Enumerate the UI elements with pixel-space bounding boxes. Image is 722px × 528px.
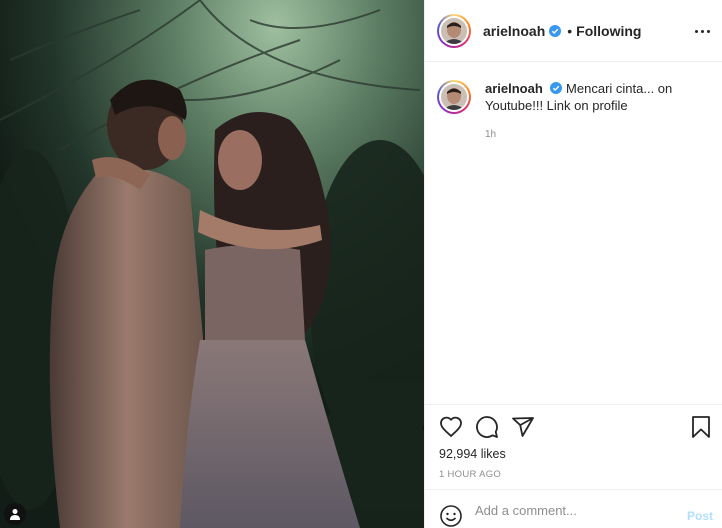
caption-time[interactable]: 1h [485, 126, 705, 143]
comment-icon [476, 416, 498, 438]
post-header: arielnoah • Following [425, 0, 722, 62]
caption-text-block: arielnoah Mencari cinta... on Youtube!!!… [485, 80, 705, 143]
separator-dot: • [567, 22, 573, 39]
avatar[interactable] [437, 80, 471, 114]
following-button[interactable]: Following [576, 23, 641, 39]
post-comment-button[interactable]: Post [687, 509, 713, 523]
instagram-post: arielnoah • Following arielnoah Mencari … [0, 0, 722, 528]
user-tag-button[interactable] [4, 503, 26, 525]
avatar[interactable] [437, 13, 471, 48]
verified-badge-icon [550, 82, 563, 94]
post-caption: arielnoah Mencari cinta... on Youtube!!!… [437, 80, 713, 143]
comment-button[interactable] [475, 415, 499, 439]
share-button[interactable] [511, 415, 535, 439]
bookmark-icon [692, 416, 710, 438]
post-side-panel: arielnoah • Following arielnoah Mencari … [424, 0, 722, 528]
like-button[interactable] [439, 415, 463, 439]
more-options-icon [694, 29, 698, 33]
post-photo[interactable] [0, 0, 424, 528]
couple-forest-image [0, 0, 424, 528]
verified-badge-icon [549, 24, 562, 37]
username-link[interactable]: arielnoah [483, 23, 545, 39]
heart-icon [440, 416, 462, 438]
caption-username[interactable]: arielnoah [485, 81, 543, 96]
emoji-icon[interactable] [439, 504, 463, 528]
more-options-button[interactable] [693, 22, 711, 40]
share-icon [512, 417, 534, 437]
user-tag-icon [10, 509, 20, 520]
post-timestamp[interactable]: 1 HOUR AGO [439, 469, 501, 480]
comment-input[interactable] [475, 500, 665, 520]
comment-bar: Post [425, 489, 722, 528]
save-button[interactable] [689, 415, 713, 439]
likes-count[interactable]: 92,994 likes [439, 447, 506, 461]
